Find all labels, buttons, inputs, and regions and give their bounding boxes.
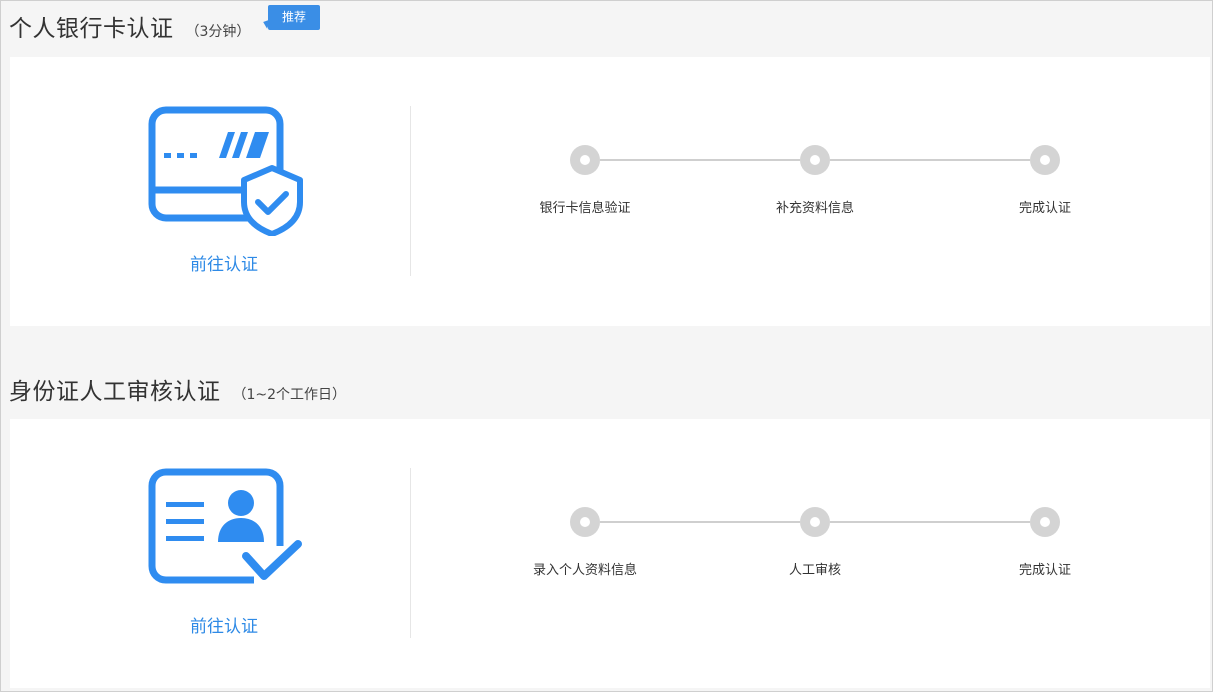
section-title-bank-card: 个人银行卡认证 （3分钟） bbox=[9, 9, 250, 43]
section-title-id-card: 身份证人工审核认证 （1~2个工作日） bbox=[9, 372, 346, 406]
step-dot-1 bbox=[570, 145, 600, 175]
step-label-2: 人工审核 bbox=[788, 563, 841, 578]
step-dot-3 bbox=[1030, 507, 1060, 537]
section-duration: （3分钟） bbox=[185, 24, 251, 40]
step-dot-3 bbox=[1030, 145, 1060, 175]
step-label-1: 录入个人资料信息 bbox=[532, 563, 637, 578]
step-label-1: 银行卡信息验证 bbox=[539, 201, 631, 216]
step-connector bbox=[830, 159, 1030, 161]
id-card-check-icon bbox=[148, 468, 304, 598]
id-card-steps: 录入个人资料信息 人工审核 完成认证 bbox=[410, 419, 1210, 688]
page-frame: 个人银行卡认证 （3分钟） 推荐 前往认证 银行卡信息验证 补充资料信息 完成认… bbox=[0, 0, 1213, 692]
bank-card-steps: 银行卡信息验证 补充资料信息 完成认证 bbox=[410, 57, 1210, 326]
go-verify-link[interactable]: 前往认证 bbox=[10, 250, 438, 275]
step-dot-2 bbox=[800, 145, 830, 175]
go-verify-link[interactable]: 前往认证 bbox=[10, 612, 438, 637]
step-connector bbox=[830, 521, 1030, 523]
section-title-text: 个人银行卡认证 bbox=[9, 16, 174, 42]
card-left-panel: 前往认证 bbox=[10, 57, 410, 326]
section-title-text: 身份证人工审核认证 bbox=[9, 379, 221, 405]
bank-card-shield-icon bbox=[148, 106, 304, 237]
step-dot-2 bbox=[800, 507, 830, 537]
id-card-verification-card: 前往认证 录入个人资料信息 人工审核 完成认证 bbox=[10, 419, 1210, 688]
step-connector bbox=[600, 521, 800, 523]
step-label-3: 完成认证 bbox=[1018, 201, 1071, 216]
step-label-2: 补充资料信息 bbox=[775, 201, 854, 216]
recommend-badge: 推荐 bbox=[268, 5, 321, 30]
step-label-3: 完成认证 bbox=[1018, 563, 1071, 578]
section-duration: （1~2个工作日） bbox=[232, 387, 347, 403]
step-dot-1 bbox=[570, 507, 600, 537]
step-connector bbox=[600, 159, 800, 161]
bank-card-verification-card: 前往认证 银行卡信息验证 补充资料信息 完成认证 bbox=[10, 57, 1210, 326]
card-left-panel: 前往认证 bbox=[10, 419, 410, 688]
